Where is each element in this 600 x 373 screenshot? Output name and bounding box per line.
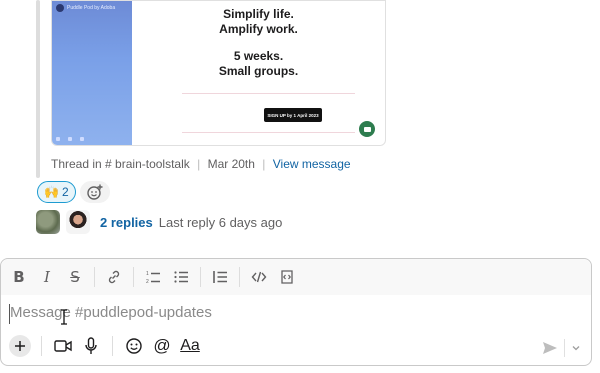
- bold-button[interactable]: B: [5, 263, 33, 291]
- replies-count-link[interactable]: 2 replies: [100, 215, 153, 230]
- reaction-count: 2: [61, 185, 69, 199]
- message-composer: B I S 1 2 Message #puddlepod-updates @ A…: [0, 258, 592, 366]
- link-button[interactable]: [100, 263, 128, 291]
- avatar: [36, 210, 60, 234]
- divider: [41, 336, 42, 356]
- divider: [112, 336, 113, 356]
- thread-date[interactable]: Mar 20th: [208, 157, 255, 171]
- add-emoji-icon: [86, 184, 103, 200]
- dot-icon: [56, 137, 60, 141]
- send-icon[interactable]: [542, 341, 558, 355]
- plus-icon: [9, 335, 31, 357]
- headline-line: 5 weeks.: [233, 49, 284, 63]
- headline-line: Amplify work.: [219, 22, 298, 36]
- italic-button[interactable]: I: [33, 263, 61, 291]
- video-clip-button[interactable]: [49, 332, 77, 360]
- preview-content: Simplify life. Amplify work. 5 weeks. Sm…: [132, 1, 385, 145]
- quote-bar: [36, 0, 40, 178]
- italic-icon: I: [44, 268, 50, 286]
- link-preview-image[interactable]: Puddle Pod by Adoba Simplify life. Ampli…: [51, 0, 386, 146]
- ordered-list-button[interactable]: 1 2: [139, 263, 167, 291]
- smiley-icon: [126, 338, 142, 354]
- add-reaction-button[interactable]: [79, 181, 110, 203]
- divider: [239, 267, 240, 287]
- preview-brand-text: Puddle Pod by Adoba: [67, 5, 116, 11]
- emoji-button[interactable]: [120, 332, 148, 360]
- divider: [182, 93, 355, 94]
- preview-brand: Puddle Pod by Adoba: [56, 3, 115, 13]
- video-camera-icon: [54, 340, 72, 352]
- blockquote-button[interactable]: [206, 263, 234, 291]
- code-block-icon: [281, 270, 293, 284]
- raised-hands-icon: 🙌: [44, 185, 59, 199]
- thread-meta: Thread in # brain-toolstalk | Mar 20th |…: [51, 157, 351, 171]
- format-text-icon: Aa: [180, 337, 200, 354]
- separator: |: [197, 157, 201, 171]
- attach-button[interactable]: [6, 332, 34, 360]
- bold-icon: B: [13, 268, 25, 286]
- mention-button[interactable]: @: [148, 332, 176, 360]
- preview-sidebar: Puddle Pod by Adoba: [52, 1, 132, 145]
- link-icon: [108, 270, 120, 284]
- dot-icon: [80, 137, 84, 141]
- preview-sidebar-icons: [56, 137, 84, 141]
- divider: [133, 267, 134, 287]
- divider: [182, 132, 355, 133]
- format-toggle-button[interactable]: Aa: [176, 332, 204, 360]
- composer-actions: @ Aa: [1, 327, 591, 365]
- bulleted-list-icon: [174, 271, 188, 283]
- bulleted-list-button[interactable]: [167, 263, 195, 291]
- headline-line: Small groups.: [218, 64, 299, 78]
- code-button[interactable]: [245, 263, 273, 291]
- divider: [200, 267, 201, 287]
- preview-headline: Simplify life. Amplify work.: [132, 7, 385, 37]
- divider: [564, 339, 565, 357]
- ordered-list-icon: 1 2: [146, 271, 160, 285]
- at-icon: @: [153, 336, 171, 355]
- chat-bubble-icon: [359, 121, 375, 137]
- formatting-toolbar: B I S 1 2: [1, 259, 591, 295]
- microphone-icon: [85, 337, 97, 354]
- message-input[interactable]: Message #puddlepod-updates: [9, 304, 583, 324]
- svg-text:2: 2: [146, 279, 149, 285]
- send-controls: [542, 339, 581, 357]
- strikethrough-button[interactable]: S: [61, 263, 89, 291]
- divider: [94, 267, 95, 287]
- last-reply-text: Last reply 6 days ago: [158, 214, 283, 230]
- reactions-bar: 🙌 2: [37, 181, 110, 203]
- reaction-raised-hands[interactable]: 🙌 2: [37, 181, 76, 203]
- avatar: [66, 210, 90, 234]
- view-message-link[interactable]: View message: [273, 157, 351, 171]
- chevron-down-icon[interactable]: [571, 344, 581, 352]
- code-icon: [251, 271, 267, 283]
- thread-replies[interactable]: 2 replies Last reply 6 days ago: [36, 210, 282, 234]
- strikethrough-icon: S: [70, 268, 80, 286]
- text-cursor-icon: [61, 309, 67, 325]
- message-area: Puddle Pod by Adoba Simplify life. Ampli…: [0, 0, 600, 258]
- audio-clip-button[interactable]: [77, 332, 105, 360]
- headline-line: Simplify life.: [223, 7, 294, 21]
- preview-subheadline: 5 weeks. Small groups.: [132, 49, 385, 79]
- thread-prefix: Thread in: [51, 157, 102, 171]
- channel-link[interactable]: # brain-toolstalk: [105, 157, 190, 171]
- signup-button: SIGN UP by 1 April 2023: [264, 108, 322, 122]
- svg-text:1: 1: [146, 271, 149, 277]
- separator: |: [262, 157, 266, 171]
- dot-icon: [68, 137, 72, 141]
- blockquote-icon: [213, 271, 227, 283]
- code-block-button[interactable]: [273, 263, 301, 291]
- brand-logo-icon: [56, 4, 64, 12]
